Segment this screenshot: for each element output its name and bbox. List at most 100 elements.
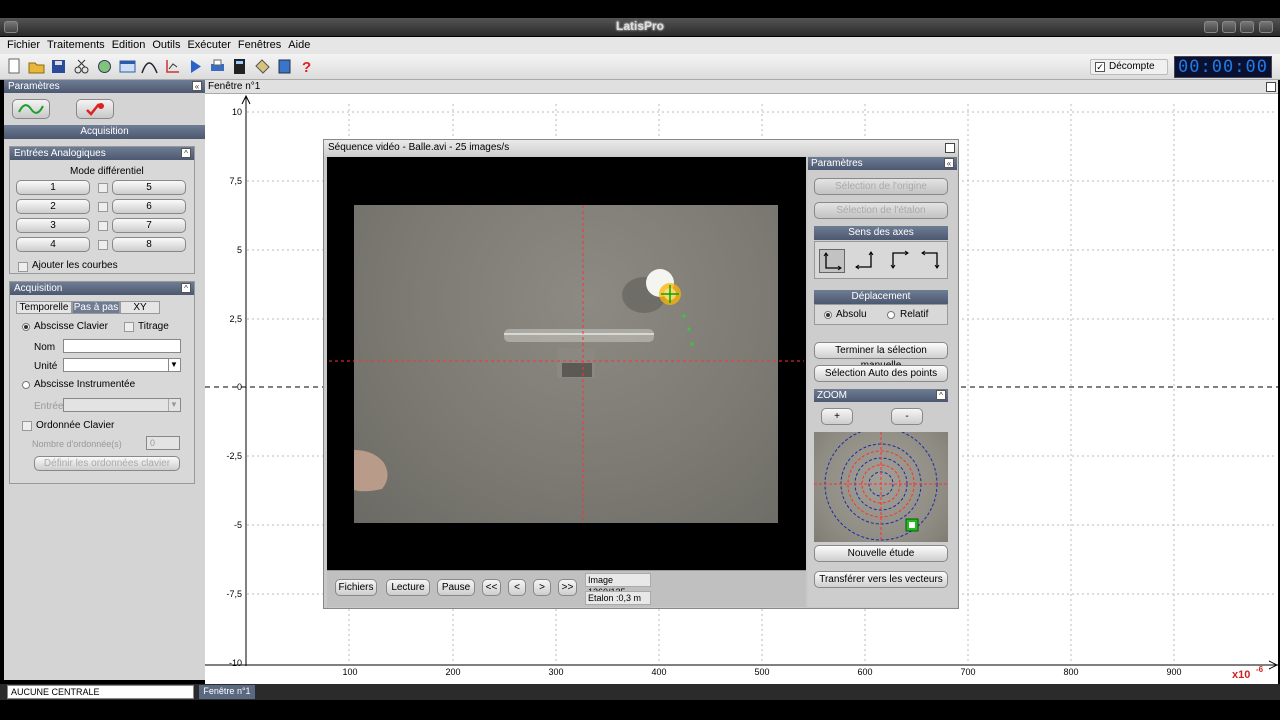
book-icon[interactable]: [275, 57, 294, 76]
forward-button[interactable]: >>: [558, 579, 577, 596]
channel-8-button[interactable]: 8: [112, 237, 186, 252]
selection-origine-button[interactable]: Sélection de l'origine: [814, 178, 948, 195]
differential-1-checkbox[interactable]: [98, 183, 108, 193]
pause-button[interactable]: Pause: [437, 579, 475, 596]
signal-wave-button[interactable]: [12, 99, 50, 119]
status-bar: AUCUNE CENTRALE Fenêtre n°1: [0, 684, 1280, 700]
axis-icon[interactable]: [163, 57, 182, 76]
video-frame-area[interactable]: [327, 157, 806, 570]
x-tick-label: 600: [857, 667, 872, 677]
scissors-icon[interactable]: [72, 57, 91, 76]
menu-outils[interactable]: Outils: [152, 37, 180, 54]
nom-input[interactable]: [63, 339, 181, 353]
window-icon[interactable]: [118, 57, 137, 76]
calculator-icon[interactable]: [230, 57, 249, 76]
horizontal-crosshair: [329, 360, 804, 362]
video-close-icon[interactable]: [945, 143, 955, 153]
differential-2-checkbox[interactable]: [98, 202, 108, 212]
channel-7-button[interactable]: 7: [112, 218, 186, 233]
print-icon[interactable]: [208, 57, 227, 76]
rewind-button[interactable]: <<: [482, 579, 501, 596]
relatif-radio[interactable]: [887, 311, 895, 319]
channel-2-button[interactable]: 2: [16, 199, 90, 214]
channel-3-button[interactable]: 3: [16, 218, 90, 233]
acquisition-settings-button[interactable]: [76, 99, 114, 119]
terminer-selection-button[interactable]: Terminer la sélection manuelle: [814, 342, 948, 371]
ordonnee-clavier-checkbox[interactable]: [22, 421, 32, 431]
tab-temporelle[interactable]: Temporelle: [16, 301, 72, 314]
new-file-icon[interactable]: [5, 57, 24, 76]
unite-select[interactable]: ▼: [63, 358, 181, 372]
titrage-checkbox[interactable]: [124, 322, 134, 332]
maximize-button[interactable]: [1222, 21, 1236, 33]
x-tick-label: 300: [548, 667, 563, 677]
channel-5-button[interactable]: 5: [112, 180, 186, 195]
curve-icon[interactable]: [140, 57, 159, 76]
zoom-in-button[interactable]: +: [821, 408, 853, 425]
globe-icon[interactable]: [95, 57, 114, 76]
menu-fenetres[interactable]: Fenêtres: [238, 37, 281, 54]
next-frame-button[interactable]: >: [533, 579, 551, 596]
collapse-acquisition-icon[interactable]: ^: [181, 283, 191, 293]
menu-traitements[interactable]: Traitements: [47, 37, 105, 54]
zoom-out-button[interactable]: -: [891, 408, 923, 425]
transferer-vecteurs-button[interactable]: Transférer vers les vecteurs: [814, 571, 948, 588]
help-icon[interactable]: ?: [297, 57, 316, 76]
ordonnee-clavier-label: Ordonnée Clavier: [36, 420, 115, 431]
open-folder-icon[interactable]: [27, 57, 46, 76]
selection-auto-button[interactable]: Sélection Auto des points: [814, 365, 948, 382]
absolu-radio[interactable]: [824, 311, 832, 319]
collapse-left-icon[interactable]: «: [192, 81, 202, 91]
play-icon[interactable]: [186, 57, 205, 76]
minimize-button[interactable]: [1204, 21, 1218, 33]
timer-display: 00:00:00: [1174, 56, 1272, 78]
close-button[interactable]: [1259, 21, 1273, 33]
x-tick-label: 200: [445, 667, 460, 677]
definir-ordonnees-button[interactable]: Définir les ordonnées clavier: [34, 456, 180, 471]
differential-3-checkbox[interactable]: [98, 221, 108, 231]
zoom-target-svg: [814, 432, 948, 542]
decompte-checkbox[interactable]: ✓: [1095, 62, 1105, 72]
channel-1-button[interactable]: 1: [16, 180, 90, 195]
tab-xy[interactable]: XY: [120, 301, 160, 314]
tab-pas-a-pas[interactable]: Pas à pas: [72, 301, 120, 314]
window-tab-fenetre-1[interactable]: Fenêtre n°1: [199, 685, 255, 699]
abscisse-clavier-radio[interactable]: [22, 323, 30, 331]
entree-select[interactable]: ▼: [63, 398, 181, 412]
prev-frame-button[interactable]: <: [508, 579, 526, 596]
decompte-toggle[interactable]: ✓ Décompte: [1090, 59, 1168, 75]
tool-icon[interactable]: [253, 57, 272, 76]
collapse-analog-icon[interactable]: ^: [181, 148, 191, 158]
lecture-button[interactable]: Lecture: [386, 579, 430, 596]
unite-dropdown-icon[interactable]: ▼: [168, 359, 179, 371]
fichiers-button[interactable]: Fichiers: [335, 579, 377, 596]
maximize-main-icon[interactable]: [1266, 82, 1276, 92]
video-params-title: Paramètres: [811, 158, 863, 169]
abscisse-instrumentee-radio[interactable]: [22, 381, 30, 389]
video-window-title: Séquence vidéo - Balle.avi - 25 images/s: [328, 142, 510, 153]
decompte-label: Décompte: [1109, 61, 1155, 72]
add-curves-checkbox[interactable]: [18, 262, 28, 272]
menu-fichier[interactable]: Fichier: [7, 37, 40, 54]
zoom-view[interactable]: [814, 432, 948, 542]
collapse-zoom-icon[interactable]: ^: [936, 390, 946, 400]
axis-down-left-icon[interactable]: [919, 249, 945, 273]
restore-button[interactable]: [1240, 21, 1254, 33]
menu-aide[interactable]: Aide: [288, 37, 310, 54]
nombre-ordonnees-input[interactable]: 0: [146, 436, 180, 450]
nouvelle-etude-button[interactable]: Nouvelle étude: [814, 545, 948, 562]
menu-edition[interactable]: Edition: [112, 37, 146, 54]
save-icon[interactable]: [49, 57, 68, 76]
axis-up-left-icon[interactable]: [853, 249, 879, 273]
axis-down-right-icon[interactable]: [887, 249, 913, 273]
differential-4-checkbox[interactable]: [98, 240, 108, 250]
channel-6-button[interactable]: 6: [112, 199, 186, 214]
sens-axes-header: Sens des axes: [814, 226, 948, 240]
menu-executer[interactable]: Exécuter: [187, 37, 230, 54]
collapse-params-icon[interactable]: «: [944, 158, 954, 168]
nombre-ordonnees-label: Nombre d'ordonnée(s): [32, 439, 122, 449]
entree-dropdown-icon[interactable]: ▼: [168, 399, 179, 411]
axis-up-right-icon[interactable]: [819, 249, 845, 273]
selection-etalon-button[interactable]: Sélection de l'étalon: [814, 202, 948, 219]
channel-4-button[interactable]: 4: [16, 237, 90, 252]
